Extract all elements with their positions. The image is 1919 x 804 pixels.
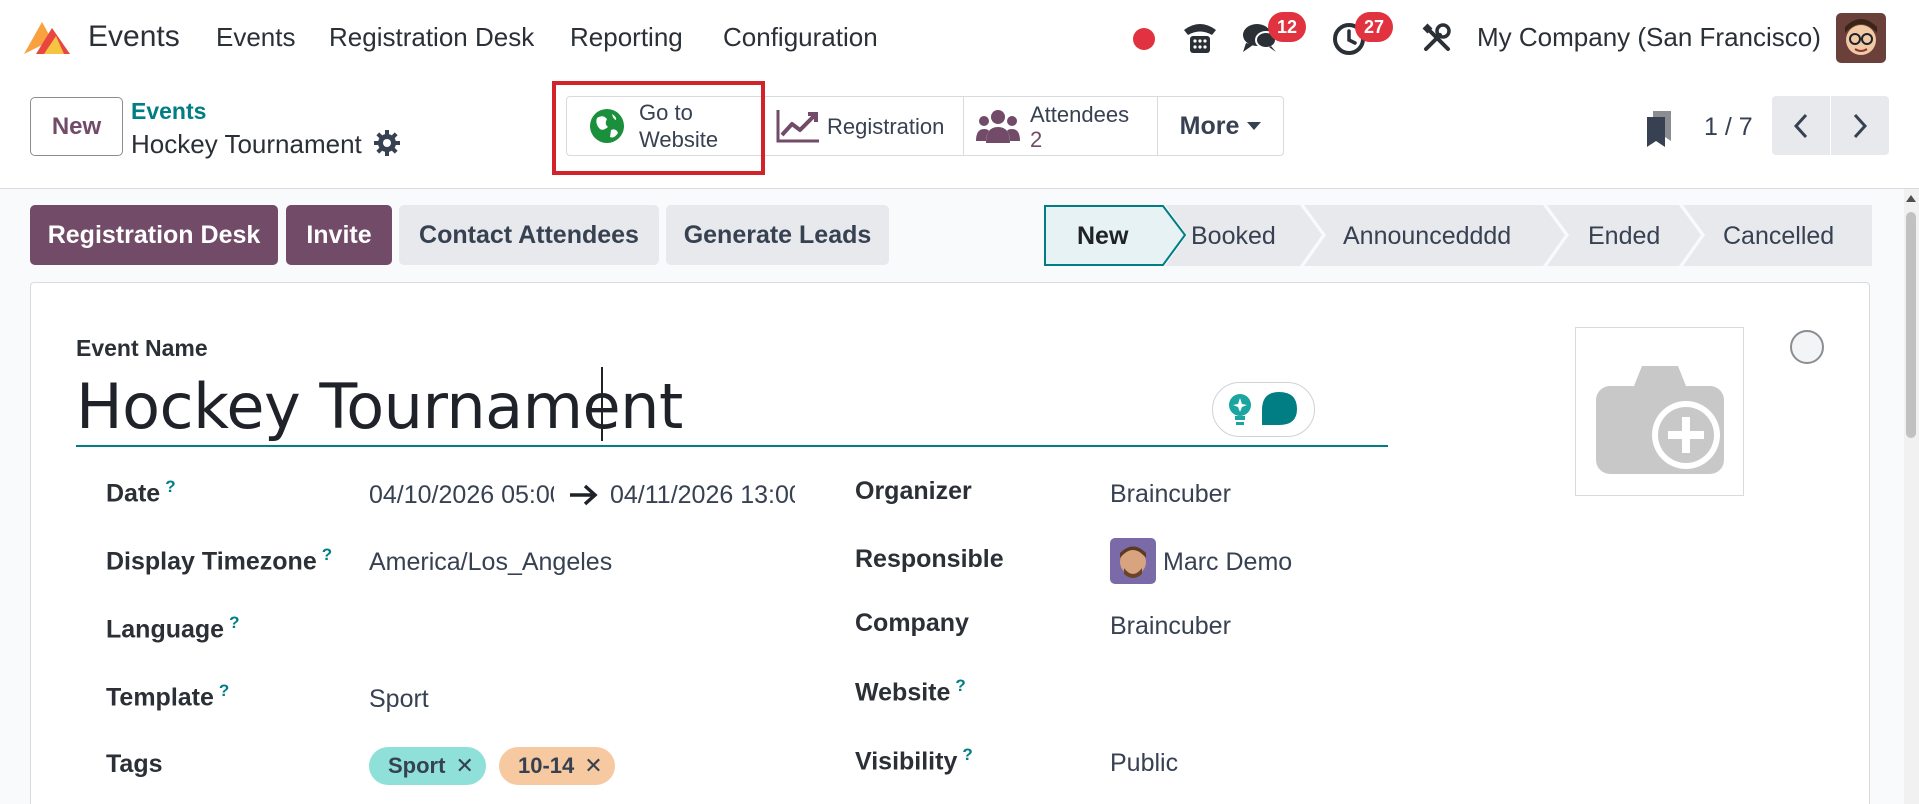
stage-new[interactable]: New xyxy=(1077,222,1128,251)
top-navbar: Events Events Registration Desk Reportin… xyxy=(0,0,1919,77)
user-avatar[interactable] xyxy=(1836,13,1886,63)
organizer-label: Organizer xyxy=(855,477,972,505)
tags-label: Tags xyxy=(106,750,163,778)
attendees-label: Attendees xyxy=(1030,101,1130,127)
tag-sport-text: Sport xyxy=(388,753,446,778)
remove-tag-icon[interactable]: ✕ xyxy=(584,753,602,779)
app-name[interactable]: Events xyxy=(88,20,180,54)
website-help-icon[interactable]: ? xyxy=(955,676,965,695)
event-image-upload[interactable] xyxy=(1575,327,1744,496)
date-label: Date? xyxy=(106,477,176,508)
date-begin-input[interactable]: 04/10/2026 05:00 xyxy=(369,481,554,510)
visibility-select[interactable]: Public xyxy=(1110,749,1178,778)
tag-age-range-text: 10-14 xyxy=(518,753,575,778)
event-name-underline xyxy=(76,445,1388,447)
generate-leads-button[interactable]: Generate Leads xyxy=(666,205,889,265)
line-chart-icon xyxy=(776,110,819,143)
new-record-button[interactable]: New xyxy=(30,97,123,156)
menu-registration-desk[interactable]: Registration Desk xyxy=(329,22,534,53)
template-label: Template? xyxy=(106,681,230,712)
menu-configuration[interactable]: Configuration xyxy=(723,22,878,53)
pager-value[interactable]: 1 / 7 xyxy=(1704,113,1753,142)
stage-ended[interactable]: Ended xyxy=(1588,222,1660,251)
attendees-count: 2 xyxy=(1030,126,1043,152)
ai-assist-pill[interactable] xyxy=(1212,382,1315,437)
registration-report-button[interactable]: Registration xyxy=(762,96,964,156)
invite-button[interactable]: Invite xyxy=(286,205,392,265)
messages-count-badge: 12 xyxy=(1268,12,1307,42)
more-smart-buttons-dropdown[interactable]: More xyxy=(1157,96,1284,156)
pager-next-button[interactable] xyxy=(1831,96,1889,155)
stage-cancelled[interactable]: Cancelled xyxy=(1723,222,1834,251)
phone-icon[interactable] xyxy=(1180,18,1220,58)
website-label: Website? xyxy=(855,676,966,707)
breadcrumb-current-record: Hockey Tournament xyxy=(131,129,362,159)
camera-add-icon xyxy=(1596,366,1724,474)
timezone-label: Display Timezone? xyxy=(106,545,333,576)
breadcrumb-events-link[interactable]: Events xyxy=(131,98,206,125)
go-to-website-label-line2: Website xyxy=(639,127,719,152)
caret-down-icon xyxy=(1247,122,1262,130)
gear-icon[interactable] xyxy=(373,129,401,157)
timezone-select[interactable]: America/Los_Angeles xyxy=(369,548,612,577)
users-icon xyxy=(976,110,1020,143)
language-label: Language? xyxy=(106,613,240,644)
arrow-right-icon xyxy=(570,484,598,506)
language-help-icon[interactable]: ? xyxy=(229,613,239,632)
template-help-icon[interactable]: ? xyxy=(219,681,229,700)
text-cursor xyxy=(601,367,603,441)
company-label: Company xyxy=(855,609,969,637)
attendees-button[interactable]: Attendees 2 xyxy=(963,96,1158,156)
responsible-avatar xyxy=(1110,538,1156,584)
chat-bubble-icon xyxy=(1262,392,1297,425)
remove-tag-icon[interactable]: ✕ xyxy=(455,753,473,779)
stage-booked[interactable]: Booked xyxy=(1191,222,1276,251)
bookmark-icon[interactable] xyxy=(1645,111,1673,147)
organizer-select[interactable]: Braincuber xyxy=(1110,480,1231,509)
menu-events[interactable]: Events xyxy=(216,22,296,53)
contact-attendees-button[interactable]: Contact Attendees xyxy=(399,205,659,265)
go-to-website-label-line1: Go to xyxy=(639,100,693,125)
activities-count-badge: 27 xyxy=(1355,12,1394,42)
language-select[interactable] xyxy=(369,616,769,646)
timezone-help-icon[interactable]: ? xyxy=(322,545,332,564)
menu-reporting[interactable]: Reporting xyxy=(570,22,683,53)
kanban-state-toggle[interactable] xyxy=(1790,330,1824,364)
registration-desk-button[interactable]: Registration Desk xyxy=(30,205,278,265)
date-help-icon[interactable]: ? xyxy=(165,477,175,496)
lightbulb-icon xyxy=(1229,394,1251,425)
responsible-select[interactable]: Marc Demo xyxy=(1163,548,1292,577)
debug-tools-icon[interactable] xyxy=(1419,20,1455,56)
company-switcher[interactable]: My Company (San Francisco) xyxy=(1477,22,1821,53)
registration-label: Registration xyxy=(827,113,945,139)
tag-sport: Sport ✕ xyxy=(369,747,486,785)
event-name-input[interactable]: Hockey Tournament xyxy=(76,370,683,443)
responsible-label: Responsible xyxy=(855,545,1004,573)
visibility-help-icon[interactable]: ? xyxy=(962,745,972,764)
company-select[interactable]: Braincuber xyxy=(1110,612,1231,641)
globe-icon xyxy=(590,109,624,143)
more-label: More xyxy=(1179,111,1240,140)
chevron-left-icon xyxy=(1793,113,1808,138)
tag-age-range: 10-14 ✕ xyxy=(499,747,615,785)
date-end-input[interactable]: 04/11/2026 13:00 xyxy=(610,481,795,510)
go-to-website-button[interactable]: Go to Website xyxy=(566,96,762,156)
visibility-label: Visibility? xyxy=(855,745,973,776)
template-select[interactable]: Sport xyxy=(369,685,429,714)
event-name-label: Event Name xyxy=(76,335,208,361)
scrollbar-thumb[interactable] xyxy=(1906,212,1916,438)
odoo-events-logo-icon[interactable] xyxy=(22,18,74,58)
scroll-up-arrow-icon[interactable] xyxy=(1905,193,1917,203)
chevron-right-icon xyxy=(1853,113,1868,138)
stage-announced[interactable]: Announcedddd xyxy=(1343,222,1511,251)
pager-previous-button[interactable] xyxy=(1772,96,1830,155)
website-select[interactable] xyxy=(1110,680,1410,710)
recording-dot-icon[interactable] xyxy=(1131,26,1157,52)
